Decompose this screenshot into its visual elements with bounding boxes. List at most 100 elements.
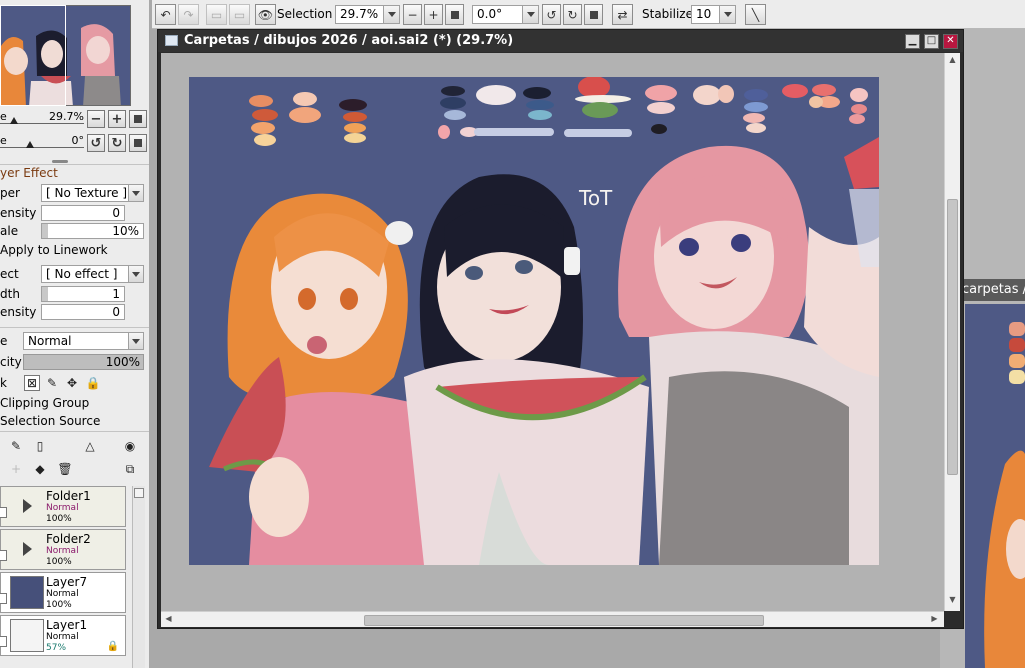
- maximize-button[interactable]: □: [924, 34, 939, 49]
- rotate-left-button[interactable]: ↺: [542, 4, 561, 25]
- visibility-toggle[interactable]: [0, 507, 7, 518]
- merge-layers-icon[interactable]: ⧉: [122, 461, 138, 477]
- new-pen-layer-icon[interactable]: ✎: [8, 438, 24, 454]
- new-layer-icon[interactable]: ▯: [32, 438, 48, 454]
- navigator-view-frame[interactable]: [0, 5, 66, 106]
- zoom-out-button[interactable]: −: [403, 4, 422, 25]
- scroll-up-icon[interactable]: ▲: [947, 55, 958, 66]
- paper-texture-select[interactable]: [ No Texture ]: [41, 184, 144, 202]
- scroll-left-icon[interactable]: ◀: [163, 614, 174, 625]
- zoom-reset-button[interactable]: [445, 4, 464, 25]
- layer-item-layer7[interactable]: Layer7 Normal 100%: [0, 572, 126, 613]
- chevron-down-icon[interactable]: [128, 185, 143, 201]
- rotation-value: 0.0°: [477, 7, 503, 21]
- blend-mode-select[interactable]: Normal: [23, 332, 144, 350]
- straight-line-button[interactable]: ╲: [745, 4, 766, 25]
- canvas-area[interactable]: ToT: [161, 53, 944, 611]
- scroll-up-icon[interactable]: [134, 488, 144, 498]
- selection-source-checkbox[interactable]: Selection Source: [0, 414, 100, 428]
- artwork-canvas[interactable]: ToT: [189, 77, 879, 565]
- horizontal-scrollbar[interactable]: ◀ ▶: [161, 611, 944, 627]
- effect-value: [ No effect ]: [46, 267, 118, 281]
- zoom-in-button[interactable]: +: [424, 4, 443, 25]
- layer-list-scrollbar[interactable]: [132, 486, 145, 668]
- visibility-toggle[interactable]: [0, 593, 7, 604]
- redo-button[interactable]: ↷: [178, 4, 199, 25]
- panel-splitter-grip[interactable]: [52, 160, 68, 163]
- paper-intensity-field[interactable]: 0: [41, 205, 125, 221]
- zoom-slider-handle[interactable]: [10, 117, 18, 124]
- layer-name: Folder1: [46, 489, 91, 503]
- scroll-right-icon[interactable]: ▶: [929, 614, 940, 625]
- clipping-group-checkbox[interactable]: Clipping Group: [0, 396, 89, 410]
- effect-intensity-field[interactable]: 0: [41, 304, 125, 320]
- horizontal-scroll-thumb[interactable]: [364, 615, 764, 626]
- navigator-angle-slider[interactable]: [0, 147, 84, 148]
- vertical-scrollbar[interactable]: ▲ ▼: [944, 53, 960, 611]
- chevron-down-icon[interactable]: [128, 266, 143, 282]
- trash-icon[interactable]: 🗑: [57, 461, 73, 477]
- lock-move-icon[interactable]: ✥: [64, 375, 80, 391]
- rotate-left-button[interactable]: ↺: [87, 134, 105, 152]
- chevron-down-icon[interactable]: [128, 333, 143, 349]
- paper-intensity-label: ensity: [0, 206, 37, 220]
- scroll-down-icon[interactable]: ▼: [947, 595, 958, 606]
- zoom-select[interactable]: 29.7%: [335, 5, 400, 24]
- rotate-reset-button[interactable]: [129, 134, 147, 152]
- vertical-scroll-thumb[interactable]: [947, 199, 958, 475]
- scale-slider[interactable]: 10%: [41, 223, 144, 239]
- close-button[interactable]: ✕: [943, 34, 958, 49]
- artwork-doodle-text: ToT: [578, 186, 613, 210]
- layer-item-layer1[interactable]: Layer1 Normal 57% 🔒: [0, 615, 126, 656]
- zoom-in-button[interactable]: +: [108, 110, 126, 128]
- lock-label: k: [0, 376, 7, 390]
- new-mask-icon[interactable]: ◉: [122, 438, 138, 454]
- lock-transparency-icon[interactable]: ⊠: [24, 375, 40, 391]
- folder-expand-icon[interactable]: [23, 542, 32, 556]
- lock-paint-icon[interactable]: ✎: [44, 375, 60, 391]
- apply-linework-checkbox[interactable]: Apply to Linework: [0, 243, 108, 257]
- chevron-down-icon[interactable]: [719, 6, 735, 23]
- rotate-right-button[interactable]: ↻: [563, 4, 582, 25]
- lock-all-icon[interactable]: 🔒: [85, 375, 101, 391]
- zoom-reset-button[interactable]: [129, 110, 147, 128]
- chevron-down-icon[interactable]: [383, 6, 399, 23]
- flip-horizontal-button[interactable]: ⇄: [612, 4, 633, 25]
- rotate-reset-button[interactable]: [584, 4, 603, 25]
- zoom-out-button[interactable]: −: [87, 110, 105, 128]
- layer-item-folder2[interactable]: Folder2 Normal 100%: [0, 529, 126, 570]
- deselect-button[interactable]: ▭: [206, 4, 227, 25]
- document-icon: [165, 35, 178, 46]
- layer-opacity: 57%: [46, 643, 67, 653]
- navigator-zoom-value: 29.7%: [49, 110, 84, 123]
- eye-icon[interactable]: 👁: [255, 4, 276, 25]
- layer-thumbnail: [10, 576, 44, 609]
- chevron-down-icon[interactable]: [522, 6, 538, 23]
- second-window-title-bar[interactable]: carpetas /: [958, 279, 1025, 301]
- copy-layer-icon[interactable]: +: [8, 461, 24, 477]
- transfer-down-icon[interactable]: ◆: [32, 461, 48, 477]
- undo-button[interactable]: ↶: [155, 4, 176, 25]
- rotate-right-button[interactable]: ↻: [108, 134, 126, 152]
- second-window-canvas[interactable]: [965, 304, 1025, 668]
- invert-selection-button[interactable]: ▭: [229, 4, 250, 25]
- visibility-toggle[interactable]: [0, 550, 7, 561]
- new-vector-layer-icon[interactable]: △: [82, 438, 98, 454]
- width-label: dth: [0, 287, 20, 301]
- divider: [0, 327, 149, 328]
- angle-slider-handle[interactable]: [26, 141, 34, 148]
- opacity-slider[interactable]: 100%: [23, 354, 144, 370]
- minimize-button[interactable]: ▁: [905, 34, 920, 49]
- width-field[interactable]: 1: [41, 286, 125, 302]
- window-title-bar[interactable]: Carpetas / dibujos 2026 / aoi.sai2 (*) (…: [158, 30, 963, 52]
- stabilizer-select[interactable]: 10: [691, 5, 736, 24]
- layer-name: Folder2: [46, 532, 91, 546]
- visibility-toggle[interactable]: [0, 636, 7, 647]
- layer-item-folder1[interactable]: Folder1 Normal 100%: [0, 486, 126, 527]
- effect-select[interactable]: [ No effect ]: [41, 265, 144, 283]
- folder-expand-icon[interactable]: [23, 499, 32, 513]
- paper-intensity-row: ensity 0: [0, 203, 149, 223]
- navigator-zoom-row: e 29.7%: [0, 108, 149, 126]
- rotation-select[interactable]: 0.0°: [472, 5, 539, 24]
- layer-mode: Normal: [46, 632, 79, 642]
